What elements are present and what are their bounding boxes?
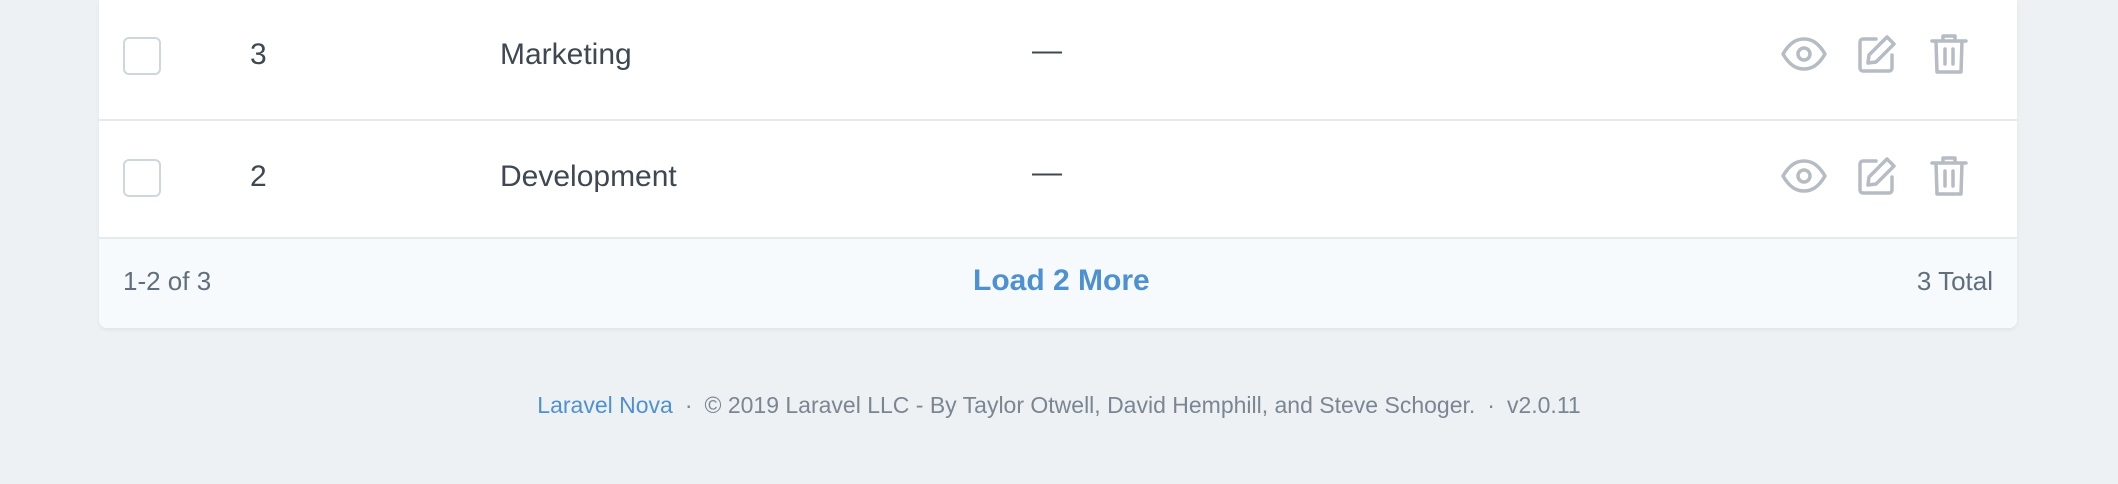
- table-row: 2 Development —: [99, 118, 2017, 239]
- row-name: Marketing: [500, 38, 632, 71]
- page-footer: Laravel Nova · © 2019 Laravel LLC - By Tay…: [0, 392, 2118, 419]
- row-actions: [1779, 29, 1979, 79]
- view-button[interactable]: [1779, 151, 1829, 201]
- row-select-checkbox[interactable]: [123, 37, 161, 75]
- eye-icon: [1781, 159, 1827, 193]
- edit-icon: [1858, 35, 1896, 73]
- brand-link[interactable]: Laravel Nova: [537, 392, 673, 418]
- edit-icon: [1858, 157, 1896, 195]
- row-description: —: [1032, 156, 1062, 189]
- delete-button[interactable]: [1924, 151, 1974, 201]
- copyright-text: © 2019 Laravel LLC - By Taylor Otwell, D…: [704, 392, 1476, 418]
- trash-icon: [1930, 156, 1968, 196]
- pagination-bar: 1-2 of 3 Load 2 More 3 Total: [99, 239, 2017, 328]
- footer-separator: ·: [684, 392, 693, 418]
- load-more-button[interactable]: Load 2 More: [973, 264, 1150, 298]
- footer-separator: ·: [1487, 392, 1495, 418]
- pagination-total: 3 Total: [1916, 266, 1993, 296]
- row-id: 2: [250, 160, 267, 193]
- pagination-range: 1-2 of 3: [123, 266, 212, 296]
- row-actions: [1779, 151, 1979, 201]
- row-select-checkbox[interactable]: [123, 159, 161, 197]
- row-name: Development: [500, 160, 677, 193]
- edit-button[interactable]: [1852, 29, 1902, 79]
- view-button[interactable]: [1779, 29, 1829, 79]
- delete-button[interactable]: [1924, 29, 1974, 79]
- trash-icon: [1930, 34, 1968, 74]
- version-text: v2.0.11: [1506, 392, 1581, 418]
- resource-table-card: 3 Marketing — 2 Development — 1-2 of 3 L…: [99, 0, 2017, 328]
- row-id: 3: [250, 38, 267, 71]
- table-row: 3 Marketing —: [99, 0, 2017, 121]
- eye-icon: [1781, 37, 1827, 71]
- row-description: —: [1032, 34, 1062, 67]
- edit-button[interactable]: [1852, 151, 1902, 201]
